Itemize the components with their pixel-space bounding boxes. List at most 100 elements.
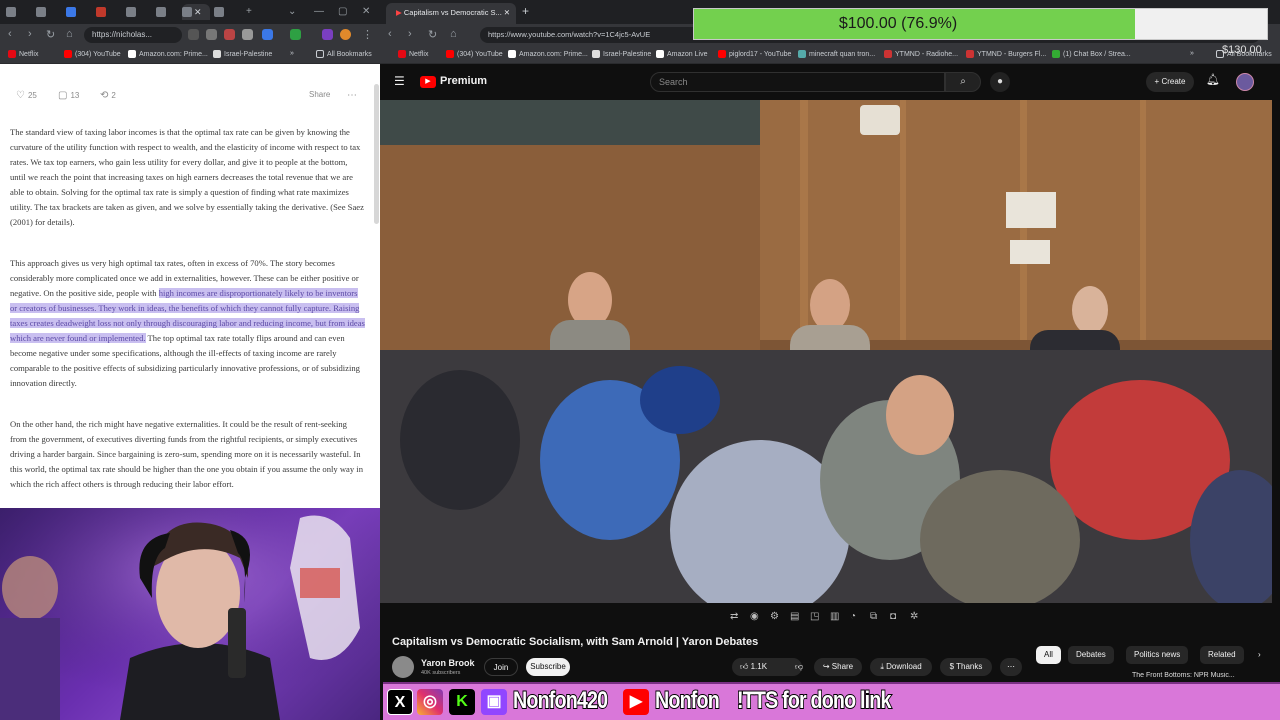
bookmark-item[interactable]: (304) YouTube [64, 50, 121, 58]
like-button[interactable]: ♡ 25 [16, 90, 37, 101]
join-button[interactable]: Join [484, 658, 518, 676]
channel-avatar[interactable] [392, 656, 414, 678]
tab-close-icon[interactable]: ✕ [504, 8, 510, 17]
webcam-feed [0, 508, 380, 720]
search-input[interactable]: Search [650, 72, 945, 92]
gear-icon[interactable]: ✲ [910, 611, 918, 622]
share-button[interactable]: Share [309, 90, 330, 99]
home-icon[interactable]: ⌂ [66, 28, 73, 40]
subscriber-count: 40K subscribers [421, 670, 461, 676]
chip-related[interactable]: Related [1200, 646, 1244, 664]
browser-tab[interactable] [96, 4, 122, 20]
back-icon[interactable]: ‹ [8, 28, 12, 40]
donation-goal-bar: $100.00 (76.9%) [693, 8, 1268, 40]
close-window-icon[interactable]: ✕ [362, 6, 370, 17]
video-player[interactable] [380, 100, 1272, 603]
voice-search-icon[interactable]: ● [990, 72, 1010, 92]
youtube-premium-logo[interactable]: Premium [440, 75, 487, 87]
account-avatar[interactable] [1236, 73, 1254, 91]
extension-icon[interactable] [262, 29, 273, 40]
chip-all[interactable]: All [1036, 646, 1061, 664]
forward-icon[interactable]: › [28, 28, 32, 40]
extension-icon[interactable] [206, 29, 217, 40]
chip-debates[interactable]: Debates [1068, 646, 1114, 664]
left-url-field[interactable]: https://nicholas... [84, 27, 182, 43]
menu-icon[interactable]: ⋮ [362, 28, 373, 41]
more-options-icon[interactable]: ⋯ [347, 90, 357, 101]
restack-button[interactable]: ⟲ 2 [100, 90, 116, 101]
settings-extension-icon[interactable]: ⚙ [770, 611, 779, 622]
audio-icon[interactable]: ◉ [750, 611, 759, 622]
speed-icon[interactable]: ◔ [850, 611, 856, 622]
picture-in-picture-icon[interactable]: ⧉ [870, 611, 877, 622]
home-icon[interactable]: ⌂ [450, 28, 457, 40]
bookmark-item[interactable]: YTMND - Burgers Fl... [966, 50, 1046, 58]
forward-icon[interactable]: › [408, 28, 412, 40]
channel-name[interactable]: Yaron Brook [421, 658, 475, 668]
profile-avatar[interactable] [340, 29, 351, 40]
youtube-logo-icon[interactable]: ▶ [420, 76, 436, 88]
extension-icon[interactable] [290, 29, 301, 40]
webcam-image [0, 508, 380, 720]
download-button[interactable]: ⤓ Download [870, 658, 932, 676]
comments-button[interactable]: ▢ 13 [58, 90, 79, 101]
bookmark-item[interactable]: Netflix [398, 50, 428, 58]
bookmark-item[interactable]: Netflix [8, 50, 38, 58]
more-actions-icon[interactable]: ⋯ [1000, 658, 1022, 676]
bookmark-item[interactable]: Amazon.com: Prime... [508, 50, 588, 58]
heart-icon: ♡ [16, 90, 25, 101]
tab-close-icon[interactable]: ✕ [194, 7, 202, 18]
subscribe-button[interactable]: Subscribe [526, 658, 570, 676]
browser-tab[interactable] [214, 4, 240, 20]
hamburger-menu-icon[interactable]: ☰ [394, 74, 405, 88]
browser-tab[interactable] [66, 4, 92, 20]
next-video-title[interactable]: The Front Bottoms: NPR Music... [1036, 672, 1272, 682]
chips-next-icon[interactable]: › [1250, 646, 1269, 664]
scrollbar[interactable] [374, 84, 379, 224]
search-button[interactable]: ⌕ [945, 72, 981, 92]
new-tab-icon[interactable]: + [246, 6, 252, 17]
extension-icon[interactable] [224, 29, 235, 40]
new-tab-icon[interactable]: + [522, 4, 529, 18]
browser-tab[interactable] [126, 4, 152, 20]
screenshot-icon[interactable]: ◳ [810, 611, 819, 622]
dislike-button[interactable]: 👎︎ [788, 658, 810, 676]
camera-icon[interactable]: ◘ [890, 611, 896, 622]
left-tab-strip: ✕ + ⌄ — ▢ ✕ [0, 0, 380, 24]
maximize-icon[interactable]: ▢ [338, 6, 347, 17]
bookmarks-overflow-icon[interactable]: » [290, 50, 294, 57]
thanks-button[interactable]: $ Thanks [940, 658, 992, 676]
left-bookmarks-bar: Netflix (304) YouTube Amazon.com: Prime.… [0, 46, 380, 64]
bookmark-item[interactable]: (304) YouTube [446, 50, 503, 58]
browser-tab-active[interactable]: ✕ [182, 4, 210, 20]
reload-icon[interactable]: ↻ [428, 28, 437, 41]
back-icon[interactable]: ‹ [388, 28, 392, 40]
extension-icon[interactable] [188, 29, 199, 40]
extension-icon[interactable] [242, 29, 253, 40]
reload-icon[interactable]: ↻ [46, 28, 55, 41]
bookmark-item[interactable]: Israel-Palestine [592, 50, 651, 58]
all-bookmarks[interactable]: All Bookmarks [316, 50, 372, 58]
minimize-icon[interactable]: — [314, 6, 324, 17]
loop-icon[interactable]: ⇄ [730, 611, 738, 622]
browser-tab[interactable] [36, 4, 62, 20]
bookmark-item[interactable]: Israel-Palestine [213, 50, 272, 58]
extension-icon[interactable] [322, 29, 333, 40]
notifications-bell-icon[interactable]: 🔔︎ [1206, 73, 1220, 86]
bookmark-item[interactable]: piglord17 - YouTube [718, 50, 791, 58]
youtube-tab[interactable]: ▶ Capitalism vs Democratic S... ✕ [386, 3, 516, 24]
bookmark-item[interactable]: YTMND - Radiohe... [884, 50, 958, 58]
browser-tab[interactable] [156, 4, 182, 20]
bookmark-item[interactable]: minecraft quan tron... [798, 50, 875, 58]
tab-search-icon[interactable]: ⌄ [288, 6, 296, 17]
chip-politics-news[interactable]: Politics news [1126, 646, 1189, 664]
playlist-icon[interactable]: ▥ [830, 611, 839, 622]
bookmark-item[interactable]: Amazon Live [656, 50, 707, 58]
share-button[interactable]: ↪ Share [814, 658, 862, 676]
bookmark-item[interactable]: (1) Chat Box / Strea... [1052, 50, 1131, 58]
browser-tab[interactable] [6, 4, 32, 20]
bookmarks-overflow-icon[interactable]: » [1190, 50, 1194, 57]
bookmark-item[interactable]: Amazon.com: Prime... [128, 50, 208, 58]
create-button[interactable]: + Create [1146, 72, 1194, 92]
film-icon[interactable]: ▤ [790, 611, 799, 622]
